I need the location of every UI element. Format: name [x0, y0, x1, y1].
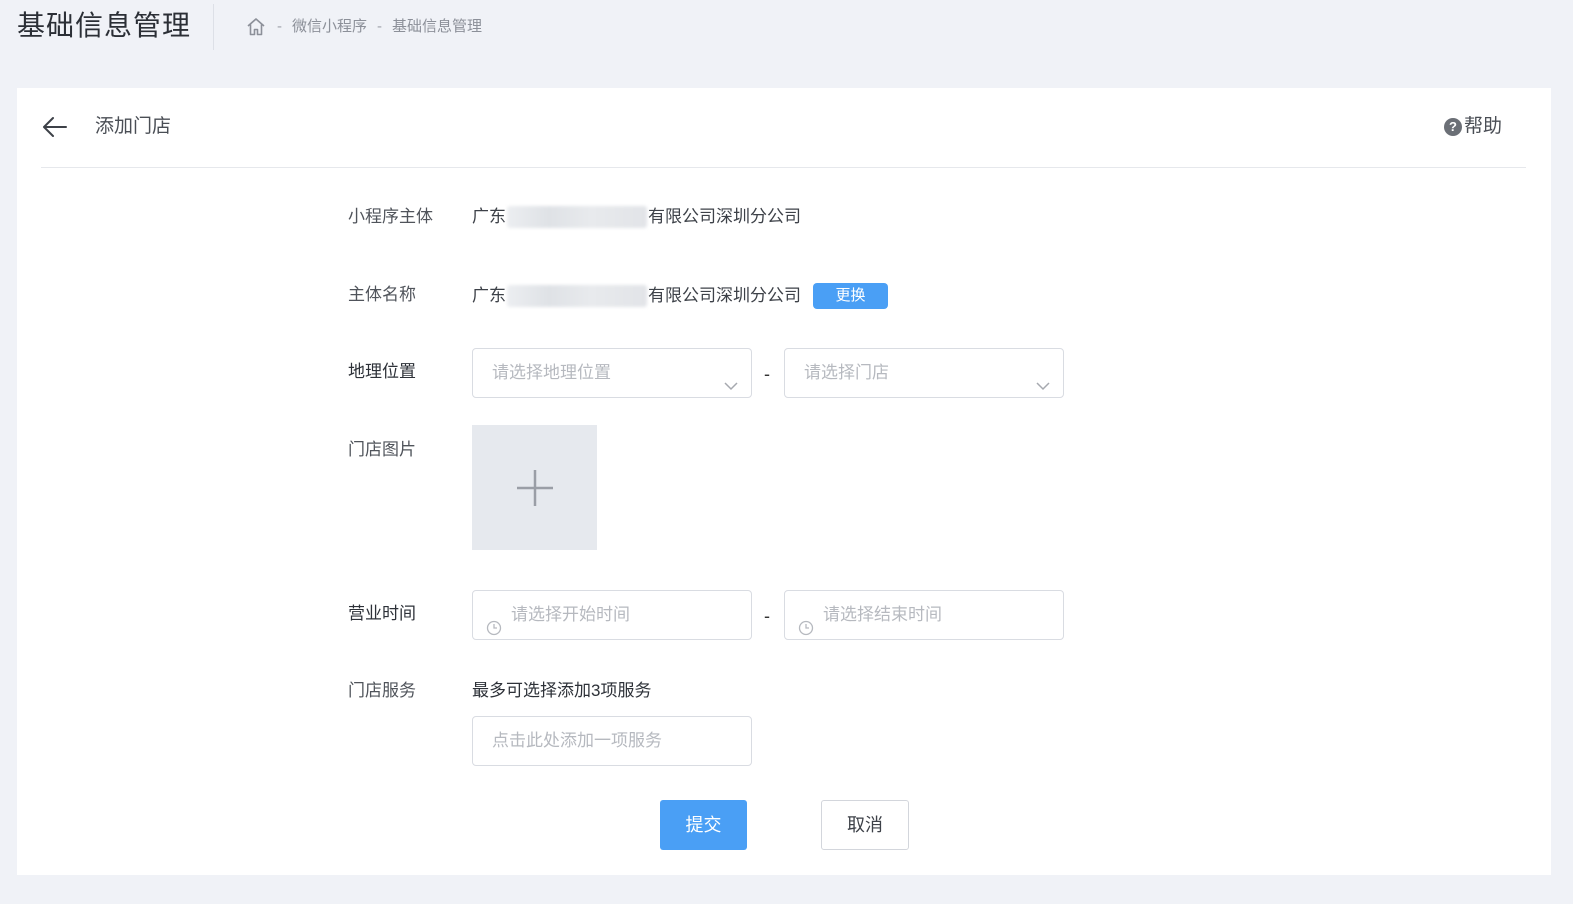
add-store-card: 添加门店 ? 帮助 小程序主体 广东 有限公司深圳分公司 主体名称 广东 有限公… [17, 88, 1551, 875]
business-hours-label: 营业时间 [348, 604, 416, 623]
services-hint: 最多可选择添加3项服务 [472, 681, 652, 700]
submit-button[interactable]: 提交 [660, 800, 747, 850]
breadcrumb: - 微信小程序 - 基础信息管理 [245, 14, 482, 40]
start-time-placeholder: 请选择开始时间 [511, 605, 630, 624]
chevron-down-icon [1035, 365, 1051, 391]
store-select-placeholder: 请选择门店 [804, 363, 889, 382]
image-upload[interactable] [472, 425, 597, 550]
entity-name-suffix: 有限公司深圳分公司 [648, 286, 801, 305]
entity-name-prefix: 广东 [472, 286, 506, 305]
card-header: 添加门店 ? 帮助 [41, 88, 1526, 168]
subject-value: 广东 有限公司深圳分公司 [472, 205, 801, 229]
store-images-label: 门店图片 [348, 440, 416, 459]
subject-value-suffix: 有限公司深圳分公司 [648, 207, 801, 226]
question-circle-icon: ? [1443, 118, 1462, 136]
region-select-placeholder: 请选择地理位置 [492, 363, 611, 382]
store-services-label: 门店服务 [348, 681, 416, 700]
subject-value-prefix: 广东 [472, 207, 506, 226]
entity-name-value: 广东 有限公司深圳分公司 更换 [472, 283, 888, 309]
arrow-left-icon[interactable] [41, 114, 69, 140]
clock-icon [486, 607, 502, 636]
card-title: 添加门店 [95, 116, 172, 137]
end-time-placeholder: 请选择结束时间 [823, 605, 942, 624]
cancel-button[interactable]: 取消 [821, 800, 909, 850]
chevron-down-icon [723, 365, 739, 391]
plus-icon [516, 469, 554, 507]
redacted-text [507, 206, 647, 228]
hours-separator: - [764, 606, 770, 626]
redacted-text [507, 285, 647, 307]
clock-icon [798, 607, 814, 636]
start-time-picker[interactable]: 请选择开始时间 [472, 590, 752, 640]
location-separator: - [764, 364, 770, 384]
subject-label: 小程序主体 [348, 207, 433, 226]
help-label: 帮助 [1463, 116, 1502, 137]
title-divider [213, 4, 214, 50]
region-select[interactable]: 请选择地理位置 [472, 348, 752, 398]
location-label: 地理位置 [348, 362, 416, 381]
top-bar: 基础信息管理 - 微信小程序 - 基础信息管理 [0, 0, 1573, 52]
breadcrumb-item-basic-info: 基础信息管理 [392, 18, 483, 35]
store-select[interactable]: 请选择门店 [784, 348, 1064, 398]
add-service-input[interactable]: 点击此处添加一项服务 [472, 716, 752, 766]
breadcrumb-item-miniprogram[interactable]: 微信小程序 [292, 14, 367, 40]
breadcrumb-separator: - [277, 18, 282, 35]
add-service-placeholder: 点击此处添加一项服务 [492, 731, 662, 750]
page-title: 基础信息管理 [17, 10, 192, 41]
end-time-picker[interactable]: 请选择结束时间 [784, 590, 1064, 640]
help-link[interactable]: ? 帮助 [1443, 114, 1502, 140]
change-button[interactable]: 更换 [813, 283, 888, 309]
breadcrumb-separator: - [377, 18, 383, 35]
entity-name-label: 主体名称 [348, 285, 416, 304]
home-icon[interactable] [245, 16, 267, 38]
